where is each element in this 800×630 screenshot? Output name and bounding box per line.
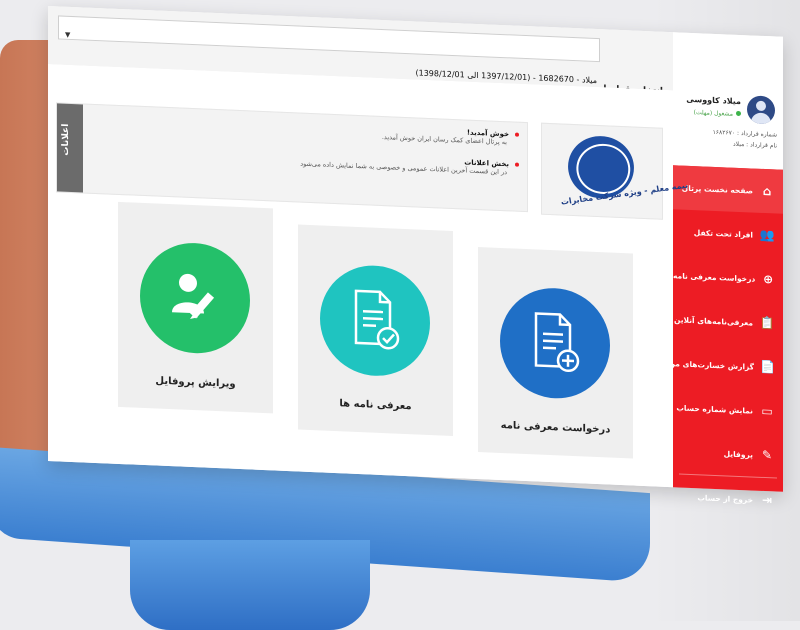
announcements-panel: اعلانات خوش آمدید! به پرتال اعضای کمک رس… — [56, 102, 528, 213]
contract-select[interactable]: میلاد - 1682670 - (1397/12/01 الی 1398/1… — [58, 15, 600, 85]
card-circle — [320, 263, 430, 379]
user-edit-icon — [172, 273, 215, 319]
sidebar-menu: ⌂ صفحه نخست پرتال 👥 افراد تحت تکفل ⊕ درخ… — [669, 165, 783, 507]
sidebar-item-label: گزارش خسارت‌های من — [668, 358, 755, 372]
edit-profile-card[interactable]: ویرایش پروفایل — [118, 201, 273, 414]
card-icon: ▭ — [761, 403, 773, 419]
user-edit-icon: ✎ — [761, 447, 773, 463]
sidebar-item-label: درخواست معرفی نامه — [673, 270, 756, 284]
sidebar-item-label: خروج از حساب — [697, 492, 753, 505]
sidebar: میلاد کاووسی مشغول (مهلت) شماره قرارداد … — [669, 32, 783, 507]
sidebar-item-online-letters[interactable]: 📋 معرفی‌نامه‌های آنلاین — [673, 297, 783, 346]
card-circle — [500, 285, 610, 401]
main-content: بیمه معلم - ویژه شرکت مخابرات اعلانات خو… — [48, 64, 689, 488]
contract-number: شماره قرارداد : ۱۶۸۲۶۷۰ — [712, 128, 777, 139]
sidebar-item-label: افراد تحت تکفل — [693, 227, 753, 240]
card-label: درخواست معرفی نامه — [500, 419, 611, 436]
status-dot-icon — [736, 110, 741, 117]
avatar — [747, 95, 775, 125]
sidebar-item-profile[interactable]: ✎ پروفایل — [673, 429, 783, 478]
sidebar-item-request-letter[interactable]: ⊕ درخواست معرفی نامه — [673, 253, 783, 302]
user-panel: میلاد کاووسی مشغول (مهلت) شماره قرارداد … — [673, 32, 783, 170]
card-label: ویرایش پروفایل — [155, 375, 236, 390]
bullet-icon — [515, 162, 519, 167]
sidebar-item-label: معرفی‌نامه‌های آنلاین — [673, 314, 753, 328]
clipboard-icon: 📋 — [759, 315, 775, 331]
monitor-stand — [130, 540, 370, 630]
notice-item: خوش آمدید! به پرتال اعضای کمک رسان ایران… — [382, 125, 519, 147]
announcements-tab-label: اعلانات — [61, 123, 71, 156]
insurance-logo-box: بیمه معلم - ویژه شرکت مخابرات — [541, 122, 689, 220]
user-status-text: مشغول (مهلت) — [693, 109, 733, 118]
document-plus-icon — [534, 312, 580, 373]
notice-item: بخش اعلانات در این قسمت آخرین اعلانات عم… — [300, 152, 519, 177]
sidebar-item-label: پروفایل — [723, 448, 753, 460]
sidebar-item-account-number[interactable]: ▭ نمایش شماره حساب — [673, 385, 783, 434]
logout-icon: ⇥ — [761, 492, 773, 508]
sidebar-item-home[interactable]: ⌂ صفحه نخست پرتال — [673, 165, 783, 214]
sidebar-item-logout[interactable]: ⇥ خروج از حساب — [673, 474, 783, 523]
letters-card[interactable]: معرفی نامه ها — [298, 224, 453, 436]
user-name: میلاد کاووسی — [686, 94, 741, 107]
people-icon: 👥 — [759, 227, 775, 243]
sidebar-item-dependents[interactable]: 👥 افراد تحت تکفل — [673, 209, 783, 258]
card-circle — [140, 240, 250, 356]
chevron-down-icon: ▼ — [65, 30, 71, 39]
sidebar-item-label: صفحه نخست پرتال — [681, 183, 753, 196]
announcements-tab[interactable]: اعلانات — [57, 103, 83, 193]
user-status: مشغول (مهلت) — [694, 109, 741, 118]
report-icon: 📄 — [760, 359, 775, 375]
contract-name: نام قرارداد : میلاد — [733, 140, 777, 150]
plus-circle-icon: ⊕ — [763, 271, 774, 287]
bullet-icon — [515, 132, 519, 137]
sidebar-item-damage-reports[interactable]: 📄 گزارش خسارت‌های من — [669, 341, 783, 390]
document-check-icon — [354, 289, 400, 350]
card-label: معرفی نامه ها — [339, 398, 412, 413]
home-icon: ⌂ — [762, 183, 772, 199]
portal-screen: انتخاب قرارداد میلاد - 1682670 - (1397/1… — [48, 6, 783, 507]
sidebar-item-label: نمایش شماره حساب — [676, 402, 753, 416]
request-letter-card[interactable]: درخواست معرفی نامه — [478, 247, 633, 459]
